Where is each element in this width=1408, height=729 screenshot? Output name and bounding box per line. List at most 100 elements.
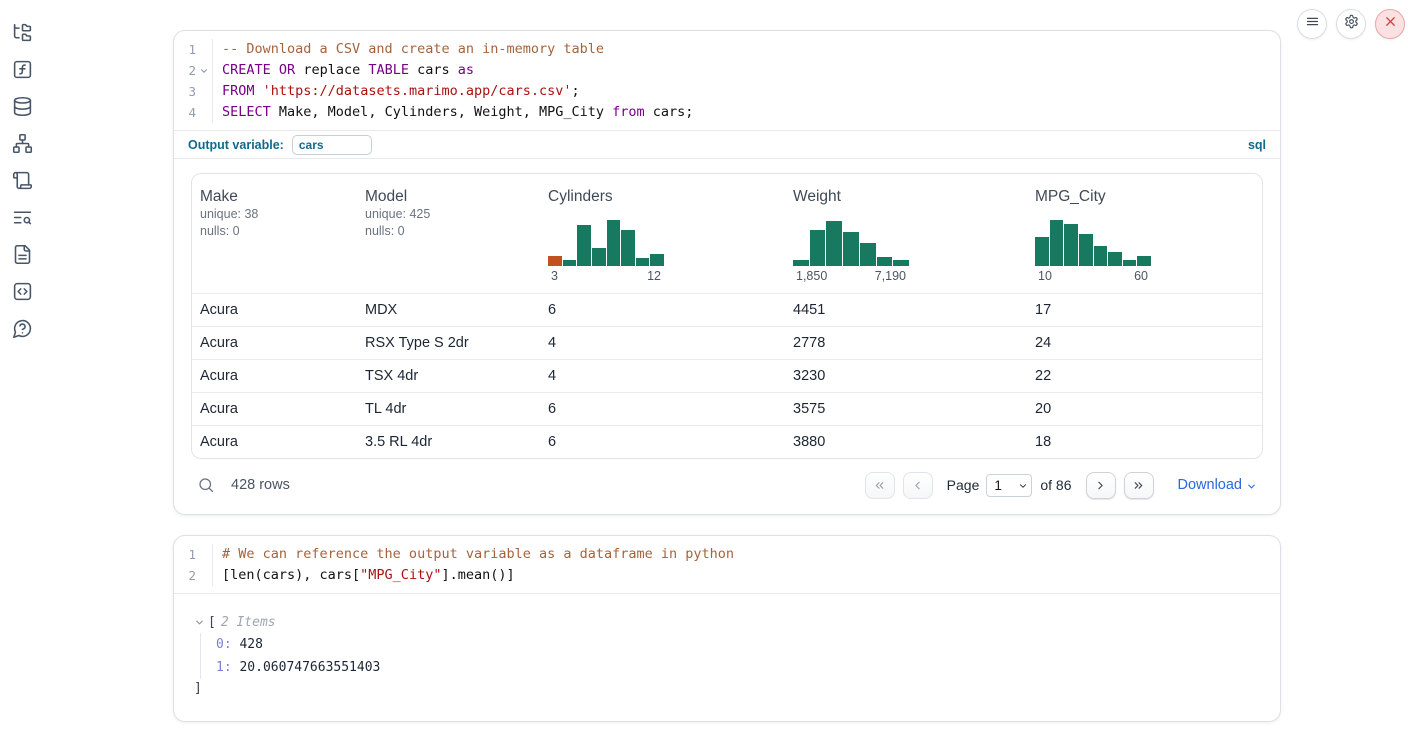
sql-code-editor[interactable]: 1-- Download a CSV and create an in-memo… (174, 31, 1280, 130)
code-line: 4 SELECT Make, Model, Cylinders, Weight, … (174, 102, 1280, 123)
download-button[interactable]: Download (1178, 477, 1258, 493)
histogram-bar (621, 230, 635, 266)
code-text: CREATE OR replace TABLE cars as (212, 60, 474, 81)
document-icon[interactable] (12, 244, 33, 265)
fold-spacer (197, 569, 210, 582)
code-line: 2 CREATE OR replace TABLE cars as (174, 60, 1280, 81)
database-icon[interactable] (12, 96, 33, 117)
line-gutter: 3 (174, 81, 210, 102)
histogram-axis: 312 (548, 266, 664, 283)
histogram-bar (860, 243, 876, 266)
page-select-wrap: 1 (986, 474, 1032, 497)
table-cell: TL 4dr (357, 393, 540, 425)
column-header-model[interactable]: Modelunique: 425nulls: 0 (357, 174, 540, 293)
tree-entry-key: 0: (216, 637, 232, 652)
page-label: Page (947, 477, 980, 493)
tree-entry-value: 20.060747663551403 (232, 660, 381, 675)
column-header-weight[interactable]: Weight1,8507,190 (785, 174, 1027, 293)
histogram-axis: 1060 (1035, 266, 1151, 283)
fold-chevron-icon[interactable] (197, 64, 210, 77)
column-header-cylinders[interactable]: Cylinders312 (540, 174, 785, 293)
line-number: 4 (188, 102, 196, 123)
table-cell: RSX Type S 2dr (357, 327, 540, 359)
axis-max-label: 12 (647, 269, 661, 283)
code-text: # We can reference the output variable a… (212, 544, 734, 565)
axis-max-label: 7,190 (875, 269, 906, 283)
axis-min-label: 1,850 (796, 269, 827, 283)
page-total-label: of 86 (1040, 477, 1071, 493)
output-variable-input[interactable] (292, 135, 372, 155)
fold-spacer (197, 106, 210, 119)
table-cell: Acura (192, 327, 357, 359)
table-cell: 3230 (785, 360, 1027, 392)
snippets-icon[interactable] (12, 281, 33, 302)
column-header-make[interactable]: Makeunique: 38nulls: 0 (192, 174, 357, 293)
histogram-bar (810, 230, 826, 266)
table-cell: 22 (1027, 360, 1262, 392)
settings-button[interactable] (1336, 9, 1366, 39)
line-number: 2 (188, 60, 196, 81)
histogram-bar (1137, 256, 1151, 266)
top-right-controls (1297, 9, 1405, 39)
column-header-mpg_city[interactable]: MPG_City1060 (1027, 174, 1262, 293)
table-cell: 17 (1027, 294, 1262, 326)
table-cell: 2778 (785, 327, 1027, 359)
sidebar (0, 0, 44, 729)
tree-open-bracket: [ (208, 613, 216, 633)
table-cell: Acura (192, 360, 357, 392)
code-text: [len(cars), cars["MPG_City"].mean()] (212, 565, 515, 586)
previous-page-button[interactable] (903, 472, 933, 499)
histogram-bar (548, 256, 562, 266)
collapse-chevron-icon[interactable] (194, 617, 206, 629)
hamburger-menu-icon (1305, 14, 1320, 34)
table-cell: 6 (540, 393, 785, 425)
table-cell: 3880 (785, 426, 1027, 458)
table-cell: 4451 (785, 294, 1027, 326)
code-text: FROM 'https://datasets.marimo.app/cars.c… (212, 81, 580, 102)
line-number: 1 (188, 39, 196, 60)
menu-button[interactable] (1297, 9, 1327, 39)
histogram-bar (893, 260, 909, 266)
download-label: Download (1178, 477, 1243, 493)
histogram-bar (636, 258, 650, 266)
output-variable-row: Output variable: sql (174, 130, 1280, 159)
line-number: 3 (188, 81, 196, 102)
function-icon[interactable] (12, 59, 33, 80)
histogram-bar (577, 225, 591, 266)
column-histogram (793, 218, 909, 266)
table-row: AcuraMDX6445117 (192, 293, 1262, 326)
file-tree-icon[interactable] (12, 22, 33, 43)
histogram-bar (650, 254, 664, 266)
table-cell: 3575 (785, 393, 1027, 425)
line-number: 2 (188, 565, 196, 586)
schema-icon[interactable] (12, 133, 33, 154)
last-page-button[interactable] (1124, 472, 1154, 499)
sql-cell: 1-- Download a CSV and create an in-memo… (173, 30, 1281, 515)
table-cell: 3.5 RL 4dr (357, 426, 540, 458)
code-text: SELECT Make, Model, Cylinders, Weight, M… (212, 102, 693, 123)
python-cell: 1# We can reference the output variable … (173, 535, 1281, 722)
page-select[interactable]: 1 (986, 474, 1032, 497)
tree-entry-key: 1: (216, 660, 232, 675)
python-code-editor[interactable]: 1# We can reference the output variable … (174, 536, 1280, 593)
close-icon (1383, 14, 1398, 34)
table-row: AcuraRSX Type S 2dr4277824 (192, 326, 1262, 359)
first-page-button[interactable] (865, 472, 895, 499)
histogram-bar (1035, 237, 1049, 266)
column-stat: nulls: 0 (365, 223, 532, 240)
table-header: Makeunique: 38nulls: 0Modelunique: 425nu… (192, 174, 1262, 293)
help-icon[interactable] (12, 318, 33, 339)
text-search-icon[interactable] (12, 207, 33, 228)
table-cell: 4 (540, 327, 785, 359)
tree-entry: 0: 428 (216, 633, 1260, 656)
notebook: 1-- Download a CSV and create an in-memo… (173, 30, 1281, 722)
output-variable-label: Output variable: (188, 138, 284, 152)
histogram-bar (1050, 220, 1064, 266)
close-button[interactable] (1375, 9, 1405, 39)
next-page-button[interactable] (1086, 472, 1116, 499)
chevron-left-icon (911, 479, 924, 492)
search-icon[interactable] (197, 476, 215, 494)
scroll-icon[interactable] (12, 170, 33, 191)
line-gutter: 2 (174, 565, 210, 586)
histogram-bar (592, 248, 606, 266)
